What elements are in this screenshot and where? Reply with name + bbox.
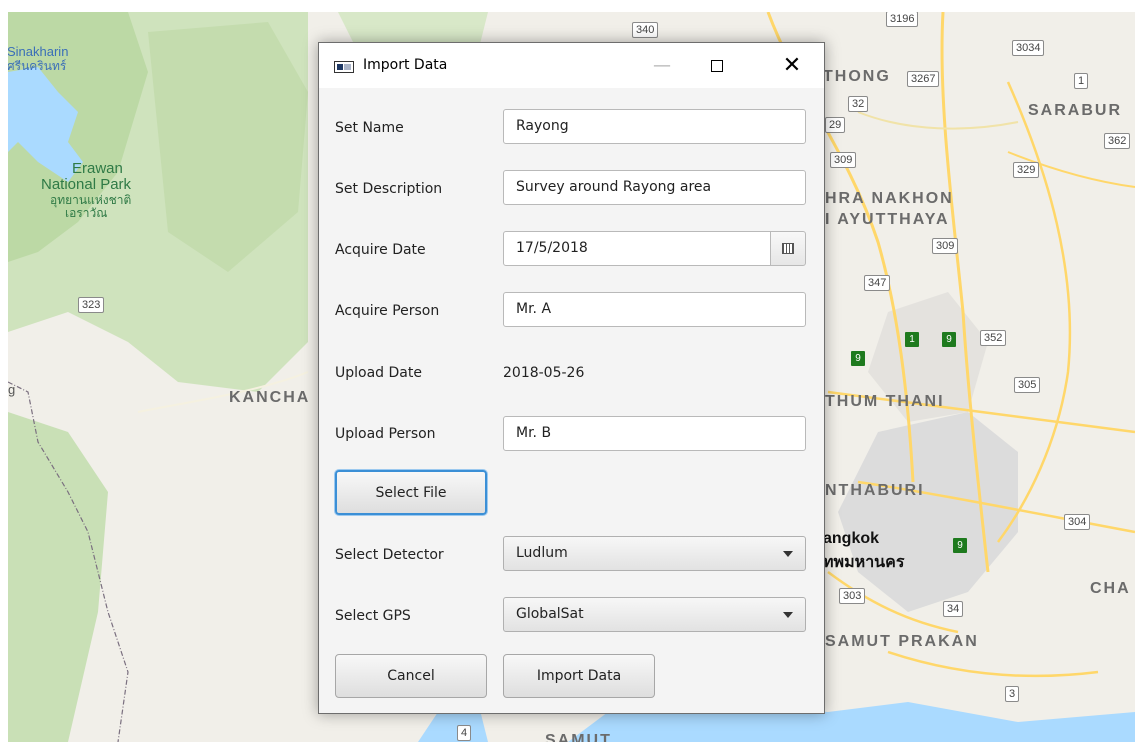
upload-person-label: Upload Person (335, 426, 436, 442)
dialog-title-bar[interactable]: Import Data — ✕ (319, 43, 824, 88)
map-label-phra-nakhon-1: HRA NAKHON (825, 190, 954, 207)
map-label-park-en-1: Erawan (72, 160, 123, 177)
map-label-park-en-2: National Park (41, 176, 132, 193)
route-shield: 3034 (1012, 40, 1045, 56)
route-shield: 323 (78, 297, 105, 313)
calendar-icon (782, 243, 794, 254)
select-detector-label: Select Detector (335, 547, 444, 563)
route-shield: 340 (632, 22, 659, 38)
close-icon[interactable]: ✕ (769, 43, 815, 88)
route-shield: 347 (864, 275, 891, 291)
set-name-label: Set Name (335, 120, 404, 136)
route-shield: 309 (932, 238, 959, 254)
gps-select[interactable]: GlobalSat (503, 597, 806, 632)
route-shield: 305 (1014, 377, 1041, 393)
select-gps-label: Select GPS (335, 608, 411, 624)
import-data-button[interactable]: Import Data (503, 654, 655, 698)
map-label-samut: SAMUT (545, 732, 612, 742)
minimize-icon[interactable]: — (639, 43, 685, 88)
select-file-button[interactable]: Select File (335, 470, 487, 515)
map-label-park-th-2: เอราวัณ (65, 206, 108, 220)
upload-date-value: 2018-05-26 (503, 365, 585, 381)
map-label-lake-en: Sinakharin (8, 44, 69, 59)
upload-person-input[interactable]: Mr. B (503, 416, 806, 451)
route-shield: 3196 (886, 12, 919, 27)
highway-shield: 9 (953, 538, 967, 553)
upload-date-label: Upload Date (335, 365, 422, 381)
map-label-thum-thani: THUM THANI (825, 393, 945, 410)
map-label-lake-th: ศรีนครินทร์ (8, 59, 67, 73)
route-shield: 1 (1074, 73, 1089, 89)
date-picker-button[interactable] (770, 231, 806, 266)
map-label-bangkok-th: ทพมหานคร (823, 554, 905, 571)
set-description-label: Set Description (335, 181, 443, 197)
route-shield: 3267 (907, 71, 940, 87)
maximize-icon[interactable] (694, 43, 740, 88)
route-shield: 4 (457, 725, 472, 741)
route-shield: 362 (1104, 133, 1131, 149)
route-shield: 303 (839, 588, 866, 604)
detector-select[interactable]: Ludlum (503, 536, 806, 571)
route-shield: 309 (830, 152, 857, 168)
map-label-phra-nakhon-2: I AYUTTHAYA (825, 211, 950, 228)
dialog-title: Import Data (363, 57, 448, 73)
map-label-park-th-1: อุทยานแห่งชาติ (50, 193, 132, 207)
import-data-dialog: Import Data — ✕ Set Name Rayong Set Desc… (318, 42, 825, 714)
acquire-date-label: Acquire Date (335, 242, 426, 258)
cancel-button[interactable]: Cancel (335, 654, 487, 698)
route-shield: 352 (980, 330, 1007, 346)
map-label-saraburi: SARABUR (1028, 102, 1122, 119)
acquire-person-label: Acquire Person (335, 303, 440, 319)
highway-shield: 1 (905, 332, 919, 347)
set-description-input[interactable]: Survey around Rayong area (503, 170, 806, 205)
highway-shield: 9 (942, 332, 956, 347)
route-shield: 32 (848, 96, 869, 112)
app-window-icon (334, 61, 354, 73)
acquire-person-input[interactable]: Mr. A (503, 292, 806, 327)
route-shield: 29 (825, 117, 846, 133)
acquire-date-input[interactable]: 17/5/2018 (503, 231, 771, 266)
chevron-down-icon (783, 612, 793, 618)
highway-shield: 9 (851, 351, 865, 366)
map-label-nthaburi: NTHABURI (825, 482, 925, 499)
map-label-bangkok-en: angkok (823, 530, 880, 547)
map-label-edge: g (8, 382, 16, 397)
route-shield: 304 (1064, 514, 1091, 530)
route-shield: 3 (1005, 686, 1020, 702)
route-shield: 329 (1013, 162, 1040, 178)
set-name-input[interactable]: Rayong (503, 109, 806, 144)
route-shield: 34 (943, 601, 964, 617)
map-label-thong: THONG (823, 68, 891, 85)
map-label-cha: CHA (1090, 580, 1131, 597)
gps-selected-value: GlobalSat (516, 606, 584, 622)
map-label-kancha: KANCHA (229, 389, 311, 406)
map-label-samut-prakan: SAMUT PRAKAN (825, 633, 979, 650)
detector-selected-value: Ludlum (516, 545, 568, 561)
chevron-down-icon (783, 551, 793, 557)
